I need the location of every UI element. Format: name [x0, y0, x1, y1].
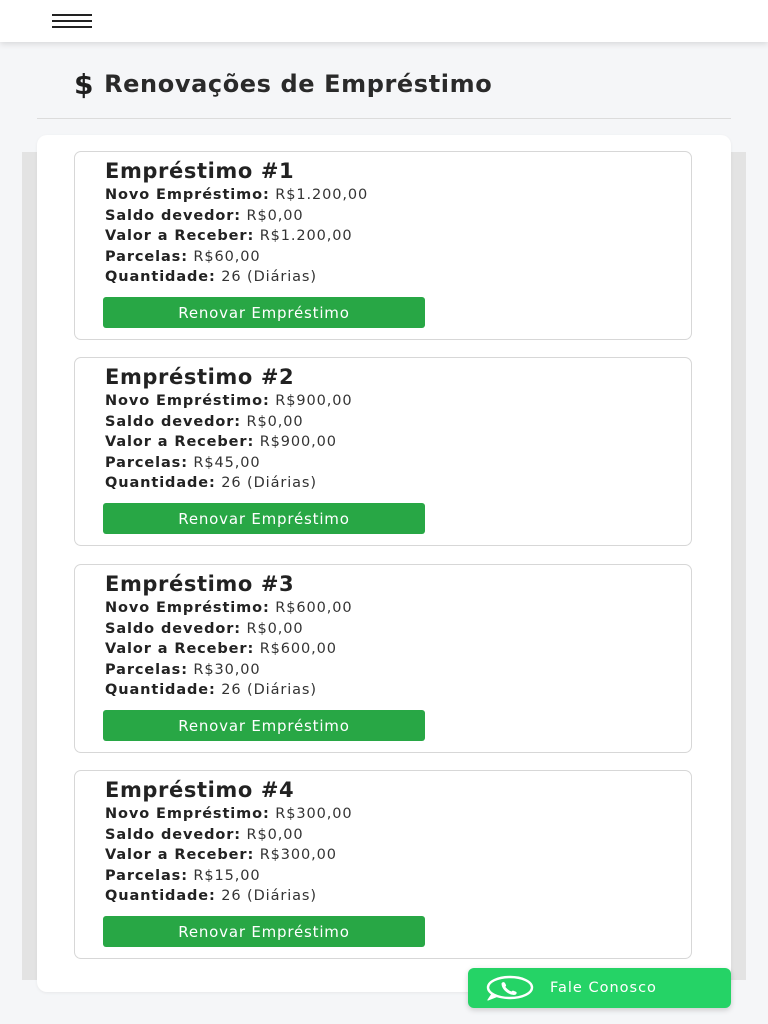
whatsapp-label: Fale Conosco [550, 980, 657, 996]
renew-loan-button[interactable]: Renovar Empréstimo [103, 503, 425, 534]
valor-receber-row: Valor a Receber: R$1.200,00 [105, 228, 353, 244]
novo-emprestimo-row: Novo Empréstimo: R$900,00 [105, 393, 353, 409]
loan-title: Empréstimo #1 [105, 159, 295, 183]
quantidade-row: Quantidade: 26 (Diárias) [105, 269, 317, 285]
top-bar [0, 0, 768, 42]
loan-card: Empréstimo #3 Novo Empréstimo: R$600,00 … [74, 564, 692, 753]
valor-receber-row: Valor a Receber: R$600,00 [105, 641, 337, 657]
valor-receber-row: Valor a Receber: R$300,00 [105, 847, 337, 863]
parcelas-row: Parcelas: R$45,00 [105, 454, 261, 471]
quantidade-row: Quantidade: 26 (Diárias) [105, 475, 317, 491]
dollar-icon: $ [74, 67, 95, 101]
loan-card: Empréstimo #2 Novo Empréstimo: R$900,00 … [74, 357, 692, 546]
page-title-text: Renovações de Empréstimo [104, 70, 493, 98]
loan-card: Empréstimo #1 Novo Empréstimo: R$1.200,0… [74, 151, 692, 340]
renew-loan-button[interactable]: Renovar Empréstimo [103, 710, 425, 741]
hamburger-icon[interactable] [52, 12, 92, 30]
title-divider [37, 118, 731, 119]
parcelas-row: Parcelas: R$15,00 [105, 867, 261, 884]
page-title: $ Renovações de Empréstimo [74, 66, 492, 102]
renew-loan-button[interactable]: Renovar Empréstimo [103, 916, 425, 947]
loan-title: Empréstimo #2 [105, 365, 295, 389]
parcelas-row: Parcelas: R$30,00 [105, 661, 261, 678]
whatsapp-icon [486, 975, 536, 1001]
whatsapp-contact-button[interactable]: Fale Conosco [468, 968, 731, 1008]
saldo-devedor-row: Saldo devedor: R$0,00 [105, 620, 304, 637]
novo-emprestimo-row: Novo Empréstimo: R$600,00 [105, 600, 353, 616]
parcelas-row: Parcelas: R$60,00 [105, 248, 261, 265]
novo-emprestimo-row: Novo Empréstimo: R$1.200,00 [105, 187, 369, 203]
saldo-devedor-row: Saldo devedor: R$0,00 [105, 826, 304, 843]
loan-title: Empréstimo #3 [105, 572, 295, 596]
loan-title: Empréstimo #4 [105, 778, 295, 802]
saldo-devedor-row: Saldo devedor: R$0,00 [105, 413, 304, 430]
loan-card: Empréstimo #4 Novo Empréstimo: R$300,00 … [74, 770, 692, 959]
valor-receber-row: Valor a Receber: R$900,00 [105, 434, 337, 450]
saldo-devedor-row: Saldo devedor: R$0,00 [105, 207, 304, 224]
quantidade-row: Quantidade: 26 (Diárias) [105, 682, 317, 698]
novo-emprestimo-row: Novo Empréstimo: R$300,00 [105, 806, 353, 822]
quantidade-row: Quantidade: 26 (Diárias) [105, 888, 317, 904]
renew-loan-button[interactable]: Renovar Empréstimo [103, 297, 425, 328]
